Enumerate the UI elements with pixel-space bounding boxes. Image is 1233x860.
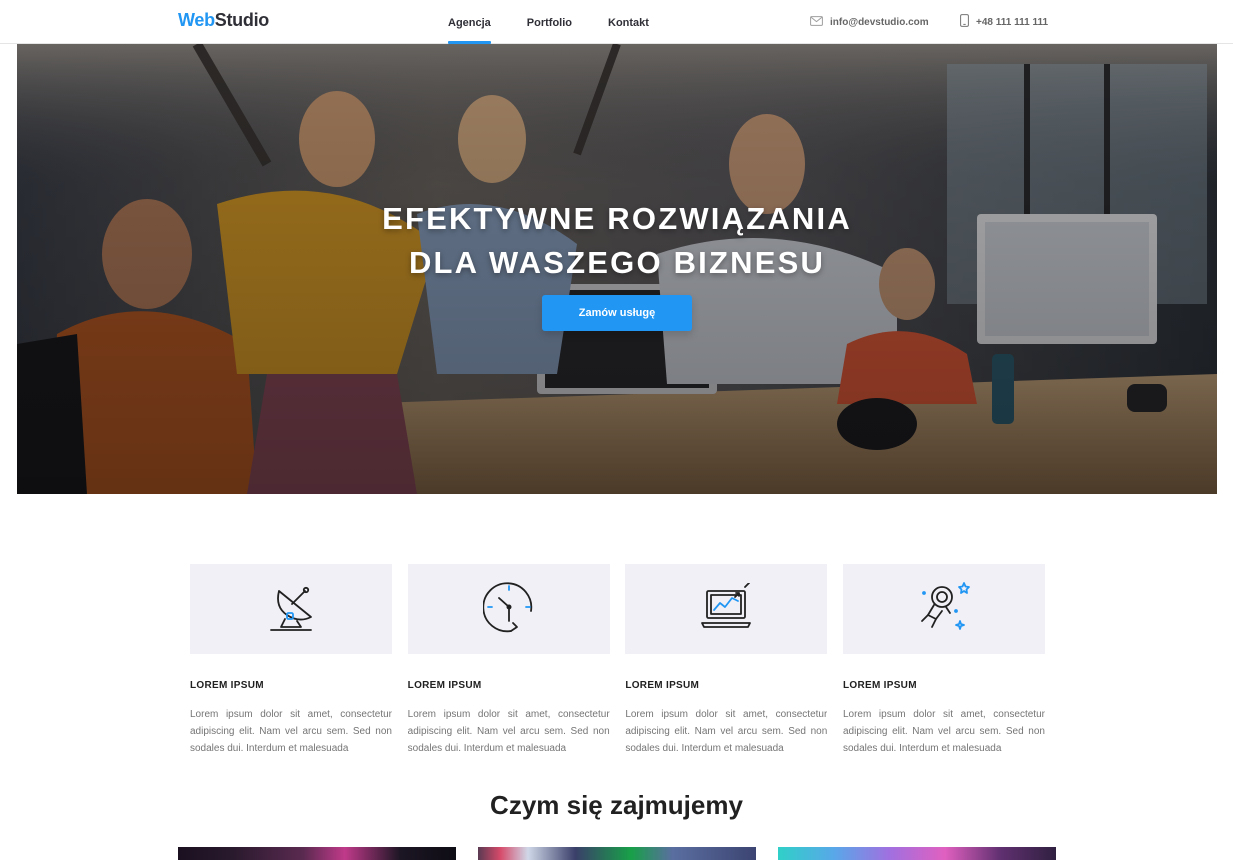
feature-card: LOREM IPSUM Lorem ipsum dolor sit amet, … (190, 564, 392, 757)
feature-text: Lorem ipsum dolor sit amet, consectetur … (407, 709, 610, 754)
satellite-dish-icon (265, 581, 317, 638)
envelope-icon (810, 15, 830, 29)
feature-text: Lorem ipsum dolor sit amet, consectetur … (625, 709, 828, 754)
hero-title: Efektywne rozwiązania dla waszego biznes… (17, 197, 1217, 285)
nav-item-kontakt[interactable]: Kontakt (608, 0, 649, 44)
feature-card: LOREM IPSUM Lorem ipsum dolor sit amet, … (407, 564, 610, 757)
feature-icon-box (842, 564, 1045, 654)
feature-icon-box (407, 564, 610, 654)
order-service-button[interactable]: Zamów usługę (542, 295, 692, 331)
astronaut-icon (916, 581, 972, 638)
hero-title-line2: dla waszego biznesu (408, 245, 826, 280)
logo-studio: Studio (214, 10, 269, 30)
phone-icon (960, 14, 976, 30)
nav-item-portfolio[interactable]: Portfolio (527, 0, 572, 44)
logo-web: Web (178, 10, 215, 30)
contact-phone-text: +48 111 111 111 (976, 16, 1049, 28)
feature-icon-box (190, 564, 392, 654)
main-nav: Agencja Portfolio Kontakt (448, 0, 685, 44)
contact-phone[interactable]: +48 111 111 111 (960, 0, 1048, 44)
contact-email-text: info@devstudio.com (830, 16, 929, 28)
laptop-chart-icon (699, 581, 753, 636)
feature-text: Lorem ipsum dolor sit amet, consectetur … (190, 709, 392, 754)
nav-item-agencja[interactable]: Agencja (448, 0, 491, 44)
feature-title: LOREM IPSUM (407, 680, 482, 691)
feature-card: LOREM IPSUM Lorem ipsum dolor sit amet, … (625, 564, 828, 757)
feature-icon-box (625, 564, 828, 654)
feature-title: LOREM IPSUM (625, 680, 700, 691)
hero-section: Efektywne rozwiązania dla waszego biznes… (17, 44, 1217, 494)
site-header: WebStudio Agencja Portfolio Kontakt info… (0, 0, 1233, 44)
hero-title-line1: Efektywne rozwiązania (382, 201, 852, 236)
contact-email[interactable]: info@devstudio.com (810, 0, 929, 44)
section-title: Czym się zajmujemy (490, 790, 743, 820)
portfolio-image[interactable] (478, 847, 756, 860)
logo[interactable]: WebStudio (178, 10, 269, 31)
clock-icon (482, 581, 535, 638)
feature-title: LOREM IPSUM (842, 680, 917, 691)
portfolio-image[interactable] (778, 847, 1056, 860)
feature-title: LOREM IPSUM (190, 680, 264, 691)
feature-card: LOREM IPSUM Lorem ipsum dolor sit amet, … (842, 564, 1045, 757)
portfolio-image[interactable] (178, 847, 456, 860)
portfolio-thumbnails (178, 847, 1056, 860)
features-section: LOREM IPSUM Lorem ipsum dolor sit amet, … (190, 564, 1045, 757)
feature-text: Lorem ipsum dolor sit amet, consectetur … (842, 709, 1045, 754)
